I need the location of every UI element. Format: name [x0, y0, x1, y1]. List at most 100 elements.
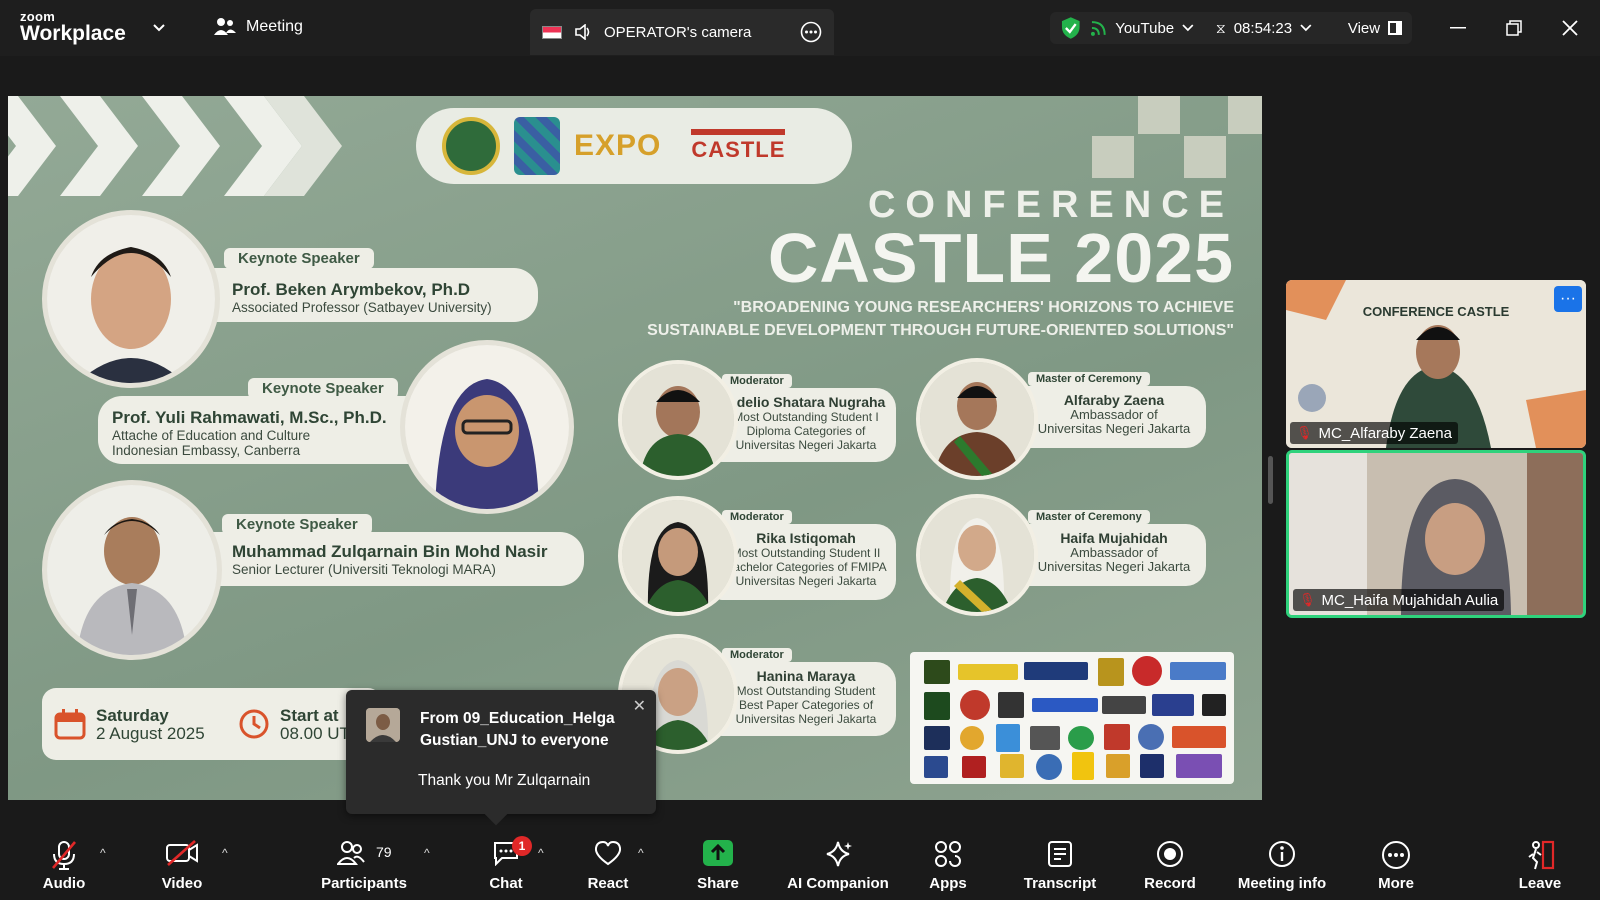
- sponsor-logo: [1104, 724, 1130, 750]
- close-window-button[interactable]: [1558, 16, 1582, 40]
- chat-sender: From 09_Education_Helga Gustian_UNJ to e…: [420, 710, 615, 749]
- stream-platform-button[interactable]: YouTube: [1115, 20, 1174, 37]
- moderator-desc: Bachelor Categories of FMIPA: [725, 560, 887, 574]
- expo-logo: EXPO: [574, 129, 662, 162]
- mc-photo-2: [916, 494, 1038, 616]
- sponsor-logo: [1132, 656, 1162, 686]
- moderator-photo-2: [618, 496, 738, 616]
- more-label: More: [1378, 875, 1414, 892]
- participant-video-tile-2[interactable]: 🎙 MC_Haifa Mujahidah Aulia: [1286, 450, 1586, 618]
- mc-role: Master of Ceremony: [1028, 510, 1150, 524]
- react-options-caret[interactable]: ^: [638, 846, 644, 860]
- minimize-button[interactable]: [1446, 16, 1470, 40]
- audio-options-caret[interactable]: ^: [100, 846, 106, 860]
- restore-button[interactable]: [1502, 16, 1526, 40]
- participant-name-tag: 🎙 MC_Haifa Mujahidah Aulia: [1293, 589, 1505, 611]
- moderator-desc: Best Paper Categories of: [738, 698, 874, 712]
- sponsor-logo: [958, 664, 1018, 680]
- tile-banner-title: CONFERENCE CASTLE: [1362, 304, 1510, 319]
- keynote-affiliation: Associated Professor (Satbayev Universit…: [232, 300, 492, 315]
- sponsor-logo: [960, 726, 984, 750]
- meeting-timer: 08:54:23: [1233, 19, 1293, 37]
- participants-options-caret[interactable]: ^: [424, 846, 430, 860]
- meeting-button[interactable]: Meeting: [214, 17, 303, 37]
- react-button[interactable]: React: [580, 826, 636, 900]
- view-button[interactable]: View: [1348, 20, 1380, 37]
- apps-button[interactable]: Apps: [920, 826, 976, 900]
- hourglass-icon: ⧖: [1215, 19, 1226, 36]
- zoom-window: zoom Workplace Meeting OPERATOR's camera…: [0, 0, 1600, 900]
- chat-notification[interactable]: From 09_Education_Helga Gustian_UNJ to e…: [346, 690, 656, 826]
- moderator-desc: Universitas Negeri Jakarta: [735, 712, 877, 726]
- clock-icon: [239, 709, 269, 739]
- decor-square: [1138, 96, 1180, 134]
- moderator-desc: Most Outstanding Student I: [733, 410, 879, 424]
- moderator-desc: Most Outstanding Student: [736, 684, 876, 698]
- transcript-button[interactable]: Transcript: [1020, 826, 1100, 900]
- chevron-down-icon[interactable]: [1182, 24, 1194, 32]
- video-button[interactable]: Video: [154, 826, 210, 900]
- decor-square: [1228, 96, 1262, 134]
- sponsor-logos: [910, 652, 1234, 784]
- moderator-name: Rika Istiqomah: [756, 530, 856, 546]
- moderator-desc: Universitas Negeri Jakarta: [735, 574, 877, 588]
- chevron-down-icon[interactable]: [1300, 24, 1312, 32]
- sponsor-logo: [924, 726, 950, 750]
- keynote-affiliation: Attache of Education and Culture: [112, 428, 311, 443]
- sponsor-logo: [1024, 662, 1088, 680]
- meeting-info-button[interactable]: Meeting info: [1234, 826, 1330, 900]
- keynote-photo-3: [42, 480, 222, 660]
- camera-source-pill[interactable]: OPERATOR's camera: [530, 9, 834, 55]
- chat-message: Thank you Mr Zulqarnain: [418, 772, 591, 789]
- panel-resize-handle[interactable]: [1268, 456, 1273, 504]
- ai-companion-button[interactable]: AI Companion: [786, 826, 890, 900]
- live-stream-icon: [1090, 21, 1106, 36]
- audio-label: Audio: [42, 875, 86, 892]
- toast-tail: [484, 802, 508, 826]
- participants-icon: [336, 841, 365, 865]
- app-menu-chevron-icon[interactable]: [152, 20, 166, 38]
- participant-video-tile-1[interactable]: CONFERENCE CASTLE ··· 🎙 MC_Alfaraby Zaen…: [1286, 280, 1586, 448]
- record-button[interactable]: Record: [1142, 826, 1198, 900]
- transcript-label: Transcript: [1023, 875, 1097, 892]
- shield-check-icon[interactable]: [1060, 16, 1082, 40]
- sponsor-logo: [1072, 752, 1094, 780]
- audio-button[interactable]: Audio: [36, 826, 92, 900]
- sponsor-logo: [1102, 696, 1146, 714]
- participant-name-tag: 🎙 MC_Alfaraby Zaena: [1290, 422, 1458, 444]
- participants-label: Participants: [321, 875, 407, 892]
- more-options-icon[interactable]: [800, 21, 822, 43]
- more-button[interactable]: More: [1368, 826, 1424, 900]
- camera-label: OPERATOR's camera: [604, 23, 752, 41]
- keynote-name: Muhammad Zulqarnain Bin Mohd Nasir: [232, 542, 548, 561]
- share-button[interactable]: Share: [690, 826, 746, 900]
- keynote-photo-2: [400, 340, 574, 514]
- start-label: Start at: [280, 706, 339, 725]
- close-icon[interactable]: ✕: [633, 696, 646, 716]
- sponsor-logo: [924, 660, 950, 684]
- apps-label: Apps: [929, 875, 967, 892]
- keynote-affiliation-2: Indonesian Embassy, Canberra: [112, 443, 301, 458]
- theme-line-1: "BROADENING YOUNG RESEARCHERS' HORIZONS …: [733, 299, 1234, 316]
- leave-button[interactable]: Leave: [1512, 826, 1568, 900]
- moderator-desc: Universitas Negeri Jakarta: [735, 438, 877, 452]
- video-options-caret[interactable]: ^: [222, 846, 228, 860]
- conference-title: CASTLE 2025: [767, 219, 1234, 297]
- stream-status-pill: YouTube ⧖ 08:54:23 View: [1050, 12, 1412, 44]
- moderator-name: Hanina Maraya: [756, 668, 856, 684]
- mc-card-1: Master of Ceremony Alfaraby Zaena Ambass…: [1022, 372, 1206, 448]
- record-icon: [1157, 841, 1183, 867]
- tile-more-button[interactable]: ···: [1554, 286, 1582, 312]
- sponsor-logo: [924, 692, 950, 720]
- sponsor-logo: [1152, 694, 1194, 716]
- participants-button[interactable]: 79 Participants: [316, 826, 412, 900]
- mc-photo-1: [916, 358, 1038, 480]
- chat-button[interactable]: 1 Chat: [478, 826, 534, 900]
- record-label: Record: [1144, 875, 1196, 892]
- chat-options-caret[interactable]: ^: [538, 846, 544, 860]
- moderator-card-2: Moderator Rika Istiqomah Most Outstandin…: [716, 510, 896, 600]
- view-layout-icon[interactable]: [1388, 21, 1402, 35]
- start-time: 08.00 UT: [280, 724, 350, 743]
- event-date: 2 August 2025: [96, 724, 205, 743]
- keynote-role: Keynote Speaker: [222, 514, 372, 535]
